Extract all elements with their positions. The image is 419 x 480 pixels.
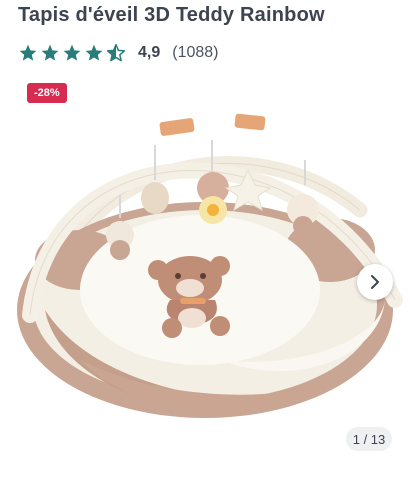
star-full-icon <box>85 44 103 61</box>
gallery-next-button[interactable] <box>357 264 393 300</box>
review-count-link[interactable]: (1088) <box>172 44 218 62</box>
chevron-right-icon <box>371 275 379 289</box>
product-image[interactable] <box>0 100 419 430</box>
star-full-icon <box>19 44 37 61</box>
star-full-icon <box>63 44 81 61</box>
product-title: Tapis d'éveil 3D Teddy Rainbow <box>18 4 325 26</box>
rating-stars <box>18 43 126 63</box>
gallery-pager: 1 / 13 <box>346 427 392 451</box>
rating-value: 4,9 <box>138 44 161 61</box>
star-full-icon <box>41 44 59 61</box>
rating-row[interactable]: 4,9 (1088) <box>18 42 219 64</box>
star-half-icon <box>106 43 126 62</box>
